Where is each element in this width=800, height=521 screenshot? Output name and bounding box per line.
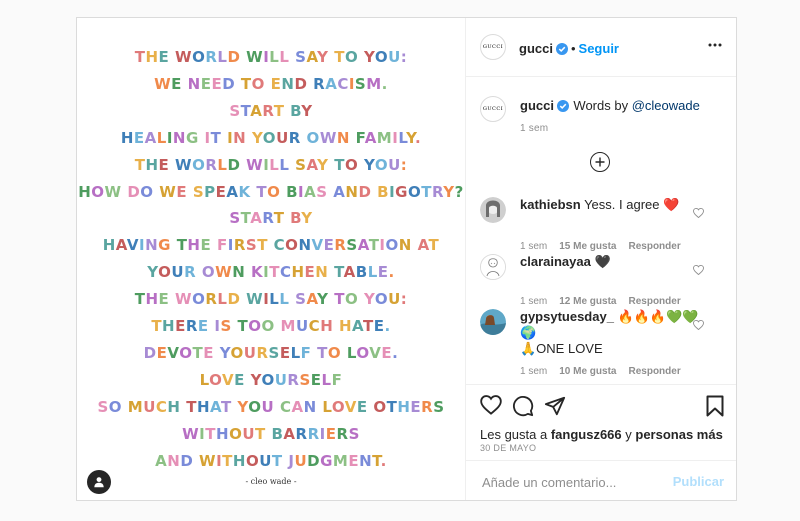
comment-item: clarainayaa 🖤 1 sem 12 Me gusta Responder <box>480 254 724 307</box>
verified-icon <box>555 42 568 60</box>
like-heart-icon[interactable] <box>480 395 502 420</box>
comment-avatar[interactable] <box>480 254 506 280</box>
save-bookmark-icon[interactable] <box>706 395 724 422</box>
separator-dot: • <box>570 41 576 56</box>
comment-like-icon[interactable] <box>693 205 704 223</box>
header-user: gucci • Seguir <box>519 40 619 60</box>
comment-reply-button[interactable]: Responder <box>628 241 680 252</box>
poem-line: THE WORLD WILL SAY TO YOU: <box>134 155 408 174</box>
poem-line: WITHOUT BARRIERS <box>182 424 360 443</box>
poem-text: THE WORLD WILL SAY TO YOU: WE NEED TO END… <box>77 44 465 475</box>
avatar-logo-text: GUCCI <box>482 44 504 50</box>
post-card: THE WORLD WILL SAY TO YOU: WE NEED TO END… <box>76 17 737 501</box>
poem-line: START BY <box>229 101 313 120</box>
header-username[interactable]: gucci <box>519 41 553 56</box>
poem-line: START BY <box>229 209 313 228</box>
likes-others[interactable]: personas más <box>635 427 722 442</box>
poem-line: HOW DO WE SPEAK TO BIAS AND BIGOTRY? <box>78 182 464 201</box>
poem-line: AND WITHOUT JUDGMENT. <box>155 451 387 470</box>
comment-reply-button[interactable]: Responder <box>628 366 680 377</box>
comment-likes[interactable]: 15 Me gusta <box>559 241 616 252</box>
post-side-panel: GUCCI gucci • Seguir GUCCI gucci Words by … <box>466 18 736 500</box>
poem-line: THERE IS TOO MUCH HATE. <box>151 317 391 336</box>
poem-line: LOVE YOURSELF <box>199 370 343 389</box>
likes-summary: Les gusta a fangusz666 y personas más <box>480 427 723 442</box>
comment-username[interactable]: clarainayaa <box>520 254 591 269</box>
comment-like-icon[interactable] <box>693 262 704 280</box>
caption-avatar-text: GUCCI <box>482 106 504 112</box>
comment-body: kathiebsn Yess. I agree ❤️ <box>520 197 700 213</box>
comment-body: gypsytuesday_ 🔥🔥🔥💚💚🌍 🙏ONE LOVE <box>520 309 700 357</box>
comment-likes[interactable]: 12 Me gusta <box>559 296 616 307</box>
comment-text: 🖤 <box>594 254 611 269</box>
tagged-user-icon[interactable] <box>87 470 111 494</box>
poem-line: HEALING IT IN YOUR OWN FAMILY. <box>120 128 422 147</box>
comment-item: gypsytuesday_ 🔥🔥🔥💚💚🌍 🙏ONE LOVE 1 sem 10 M… <box>480 309 724 377</box>
comment-composer: Publicar <box>466 460 736 501</box>
likes-prefix: Les gusta a <box>480 427 551 442</box>
likes-user[interactable]: fangusz666 <box>551 427 622 442</box>
comment-avatar[interactable] <box>480 197 506 223</box>
verified-icon <box>556 99 569 117</box>
comment-meta: 1 sem 10 Me gusta Responder <box>520 366 681 377</box>
share-paper-plane-icon[interactable] <box>544 395 566 422</box>
likes-middle: y <box>621 427 636 442</box>
comment-time[interactable]: 1 sem <box>520 296 547 307</box>
post-image[interactable]: THE WORLD WILL SAY TO YOU: WE NEED TO END… <box>77 18 466 500</box>
comment-body: clarainayaa 🖤 <box>520 254 700 270</box>
caption: gucci Words by @cleowade <box>520 97 700 117</box>
comment-avatar[interactable] <box>480 309 506 335</box>
comment-like-icon[interactable] <box>693 317 704 335</box>
poem-line: THE WORLD WILL SAY TO YOU: <box>134 48 408 66</box>
poem-line: HAVING THE FIRST CONVERSATION AT <box>102 236 440 255</box>
comment-meta: 1 sem 15 Me gusta Responder <box>520 241 681 252</box>
comment-username[interactable]: gypsytuesday_ <box>520 309 614 324</box>
poem-line: SO MUCH THAT YOU CAN LOVE OTHERS <box>97 397 445 416</box>
poem-line: THE WORLD WILL SAY TO YOU: <box>134 290 408 309</box>
load-more-comments-icon[interactable] <box>590 152 610 172</box>
caption-time[interactable]: 1 sem <box>520 123 548 134</box>
comment-input[interactable] <box>480 471 674 493</box>
caption-text: Words by <box>573 98 632 113</box>
post-date[interactable]: 30 DE MAYO <box>480 443 536 453</box>
comment-item: kathiebsn Yess. I agree ❤️ 1 sem 15 Me gu… <box>480 197 724 252</box>
more-options-icon[interactable] <box>708 38 722 57</box>
caption-mention[interactable]: @cleowade <box>632 98 700 113</box>
comment-username[interactable]: kathiebsn <box>520 197 581 212</box>
comment-time[interactable]: 1 sem <box>520 241 547 252</box>
comment-time[interactable]: 1 sem <box>520 366 547 377</box>
comment-meta: 1 sem 12 Me gusta Responder <box>520 296 681 307</box>
poem-signature: - cleo wade - <box>245 477 297 486</box>
post-actions: Les gusta a fangusz666 y personas más 30… <box>466 384 736 500</box>
poem-line: YOUR OWN KITCHEN TABLE. <box>147 263 395 282</box>
post-header: GUCCI gucci • Seguir <box>466 18 736 77</box>
publish-button[interactable]: Publicar <box>673 474 724 489</box>
follow-button[interactable]: Seguir <box>579 41 619 56</box>
comment-reply-button[interactable]: Responder <box>628 296 680 307</box>
avatar[interactable]: GUCCI <box>480 34 506 60</box>
comment-text: Yess. I agree ❤️ <box>584 197 680 212</box>
poem-line: WE NEED TO END RACISM. <box>154 74 388 93</box>
comment-likes[interactable]: 10 Me gusta <box>559 366 616 377</box>
caption-username[interactable]: gucci <box>520 98 554 113</box>
poem-line: DEVOTE YOURSELF TO LOVE. <box>143 343 399 362</box>
comment-bubble-icon[interactable] <box>512 395 534 422</box>
caption-avatar[interactable]: GUCCI <box>480 96 506 122</box>
